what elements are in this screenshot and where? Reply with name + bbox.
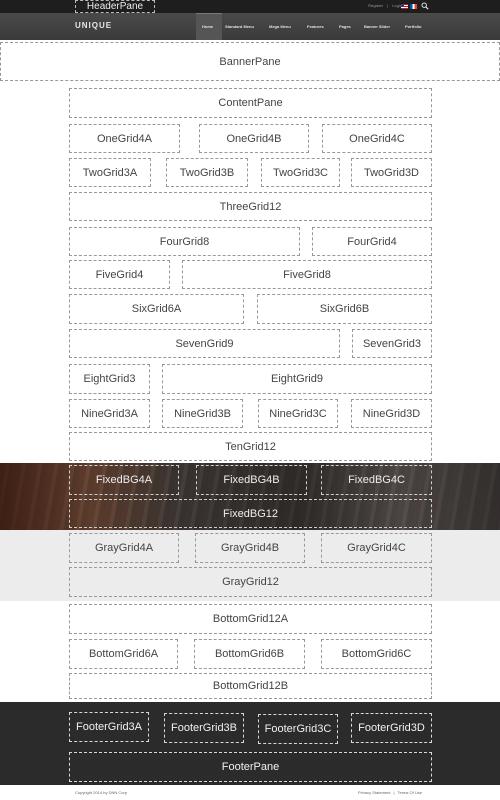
six-grid-6a: SixGrid6A	[69, 294, 244, 324]
gray-grid-4a: GrayGrid4A	[69, 533, 179, 563]
seven-grid-3: SevenGrid3	[352, 329, 432, 358]
banner-pane: BannerPane	[0, 42, 500, 81]
privacy-statement-link[interactable]: Privacy Statement	[358, 790, 390, 795]
four-grid-8: FourGrid8	[69, 227, 300, 256]
six-grid-6b: SixGrid6B	[257, 294, 432, 324]
eight-grid-9: EightGrid9	[162, 364, 432, 394]
nav-item-pages[interactable]: Pages	[339, 24, 351, 29]
fixed-bg-4b: FixedBG4B	[196, 465, 307, 495]
nine-grid-3b: NineGrid3B	[162, 399, 243, 428]
bottom-grid-6a: BottomGrid6A	[69, 639, 178, 669]
footer-grid-3d: FooterGrid3D	[351, 713, 432, 743]
register-link[interactable]: Register	[368, 3, 383, 8]
five-grid-8: FiveGrid8	[182, 260, 432, 289]
bottom-grid-12b: BottomGrid12B	[69, 673, 432, 699]
fixed-bg-4a: FixedBG4A	[69, 465, 179, 495]
bottom-grid-6b: BottomGrid6B	[194, 639, 305, 669]
seven-grid-9: SevenGrid9	[69, 329, 340, 358]
one-grid-4b: OneGrid4B	[199, 124, 309, 153]
fixed-bg-12: FixedBG12	[69, 499, 432, 528]
nav-item-features[interactable]: Features	[307, 24, 324, 29]
nine-grid-3c: NineGrid3C	[258, 399, 338, 428]
two-grid-3c: TwoGrid3C	[261, 158, 340, 187]
ten-grid-12: TenGrid12	[69, 432, 432, 461]
footer-grid-3c: FooterGrid3C	[258, 714, 338, 744]
nav-item-mega-menu[interactable]: Mega Menu	[269, 24, 291, 29]
topbar-links: Register | Login	[368, 3, 402, 8]
gray-grid-4c: GrayGrid4C	[321, 533, 432, 563]
nav-item-banner-slider[interactable]: Banner Slider	[364, 24, 390, 29]
nine-grid-3a: NineGrid3A	[69, 399, 150, 428]
four-grid-4: FourGrid4	[312, 227, 432, 256]
nine-grid-3d: NineGrid3D	[351, 399, 432, 428]
copyright-text: Copyright 2014 by DNN Corp	[75, 790, 128, 795]
three-grid-12: ThreeGrid12	[69, 192, 432, 221]
eight-grid-3: EightGrid3	[69, 364, 150, 394]
nav-item-home[interactable]: Home	[202, 24, 213, 29]
two-grid-3d: TwoGrid3D	[351, 158, 432, 187]
bottom-grid-6c: BottomGrid6C	[321, 639, 432, 669]
two-grid-3a: TwoGrid3A	[69, 158, 151, 187]
gray-grid-12: GrayGrid12	[69, 567, 432, 597]
one-grid-4c: OneGrid4C	[322, 124, 432, 153]
header-pane: HeaderPane	[75, 0, 155, 13]
us-flag-icon[interactable]	[401, 4, 408, 9]
content-pane: ContentPane	[69, 88, 432, 118]
separator: |	[393, 790, 395, 795]
fixed-bg-4c: FixedBG4C	[321, 465, 432, 495]
five-grid-4: FiveGrid4	[69, 260, 170, 289]
one-grid-4a: OneGrid4A	[69, 124, 180, 153]
gray-grid-4b: GrayGrid4B	[195, 533, 305, 563]
nav-item-portfolio[interactable]: Portfolio	[405, 24, 421, 29]
site-logo[interactable]: UNIQUE	[75, 21, 117, 31]
terms-of-use-link[interactable]: Terms Of Use	[398, 790, 422, 795]
search-icon[interactable]	[421, 2, 429, 10]
footer-links: Privacy Statement | Terms Of Use	[358, 790, 422, 795]
separator: |	[387, 3, 389, 8]
two-grid-3b: TwoGrid3B	[166, 158, 248, 187]
footer-grid-3a: FooterGrid3A	[69, 712, 149, 742]
bottom-grid-12a: BottomGrid12A	[69, 604, 432, 634]
france-flag-icon[interactable]	[410, 4, 417, 9]
nav-item-standard-menu[interactable]: Standard Menu	[225, 24, 254, 29]
footer-pane: FooterPane	[69, 752, 432, 782]
footer-grid-3b: FooterGrid3B	[164, 713, 244, 743]
